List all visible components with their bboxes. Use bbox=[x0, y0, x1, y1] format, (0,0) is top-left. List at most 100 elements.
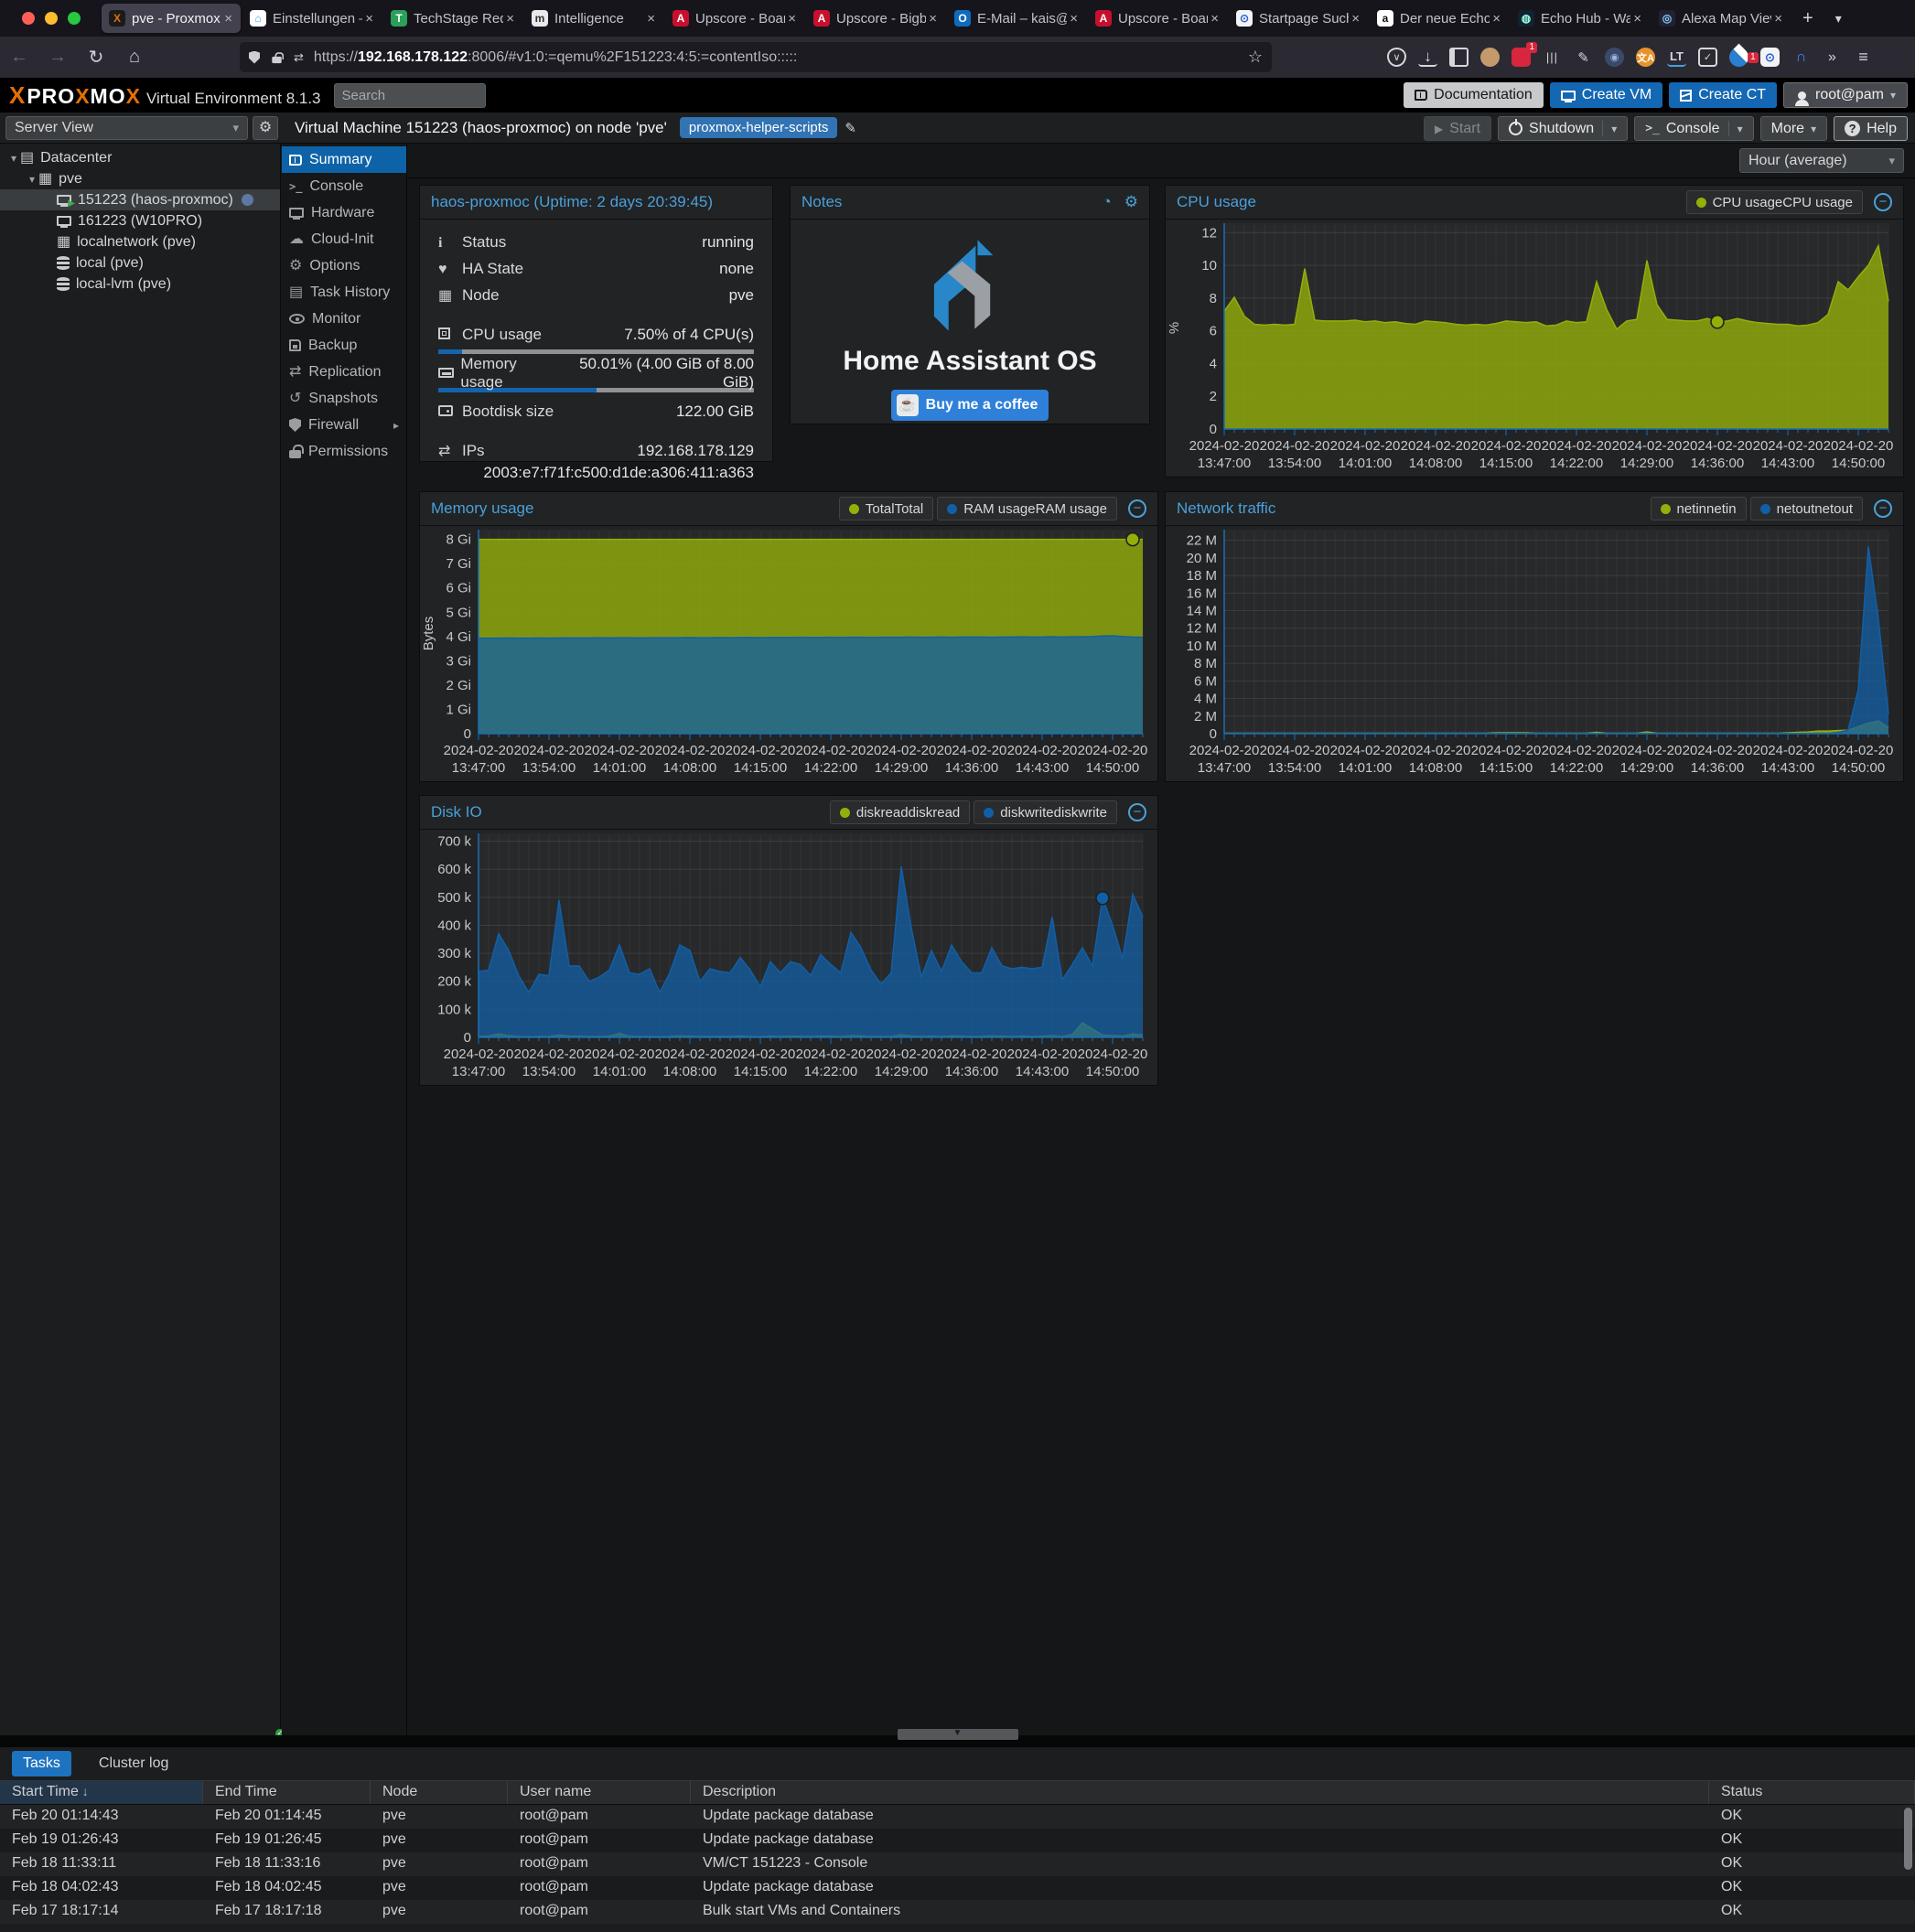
vm-tag[interactable]: proxmox-helper-scripts bbox=[680, 117, 838, 138]
extension-translate-icon[interactable]: 文A bbox=[1636, 48, 1655, 67]
extension-languagetool-icon[interactable]: LT bbox=[1667, 48, 1686, 67]
extension-globe-icon[interactable]: ◉ bbox=[1605, 48, 1624, 67]
tree-item-datacenter[interactable]: ▾▤Datacenter bbox=[0, 147, 280, 168]
permissions-icon[interactable]: ⇄ bbox=[294, 50, 303, 65]
tree-item-local-pve-[interactable]: local (pve) bbox=[0, 252, 280, 274]
column-header-status[interactable]: Status bbox=[1709, 1781, 1915, 1804]
extension-fence-icon[interactable]: ||| bbox=[1543, 48, 1562, 67]
menu-item-cloud-init[interactable]: ☁Cloud-Init bbox=[282, 226, 406, 252]
tab-close-icon[interactable]: × bbox=[221, 11, 235, 27]
tree-item-pve[interactable]: ▾▦✓pve bbox=[0, 168, 280, 189]
start-button[interactable]: ▶ Start bbox=[1424, 116, 1491, 141]
window-close-button[interactable] bbox=[22, 12, 35, 25]
tab-close-icon[interactable]: × bbox=[1067, 11, 1081, 27]
tasks-scrollbar[interactable] bbox=[1904, 1808, 1912, 1870]
bookmark-star-icon[interactable]: ☆ bbox=[1248, 48, 1263, 67]
global-search-input[interactable]: Search bbox=[334, 83, 486, 108]
tree-item-local-lvm-pve-[interactable]: local-lvm (pve) bbox=[0, 274, 280, 295]
menu-item-hardware[interactable]: Hardware bbox=[282, 199, 406, 226]
tab-close-icon[interactable]: × bbox=[644, 11, 658, 27]
table-row[interactable]: Feb 19 01:26:43Feb 19 01:26:45pveroot@pa… bbox=[0, 1829, 1915, 1852]
collapse-panel-icon[interactable]: − bbox=[1874, 499, 1892, 518]
notes-open-icon[interactable]: ◔ bbox=[1102, 193, 1111, 211]
home-icon[interactable]: ⌂ bbox=[115, 47, 154, 68]
legend-item-diskread[interactable]: diskreaddiskread bbox=[830, 800, 970, 824]
tab-close-icon[interactable]: × bbox=[362, 11, 376, 27]
tab-close-icon[interactable]: × bbox=[1208, 11, 1221, 27]
forward-icon[interactable]: → bbox=[38, 47, 77, 68]
extension-drop-icon[interactable]: 1 bbox=[1726, 44, 1753, 71]
table-row[interactable]: Feb 18 04:02:43Feb 18 04:02:45pveroot@pa… bbox=[0, 1876, 1915, 1900]
tab-close-icon[interactable]: × bbox=[1490, 11, 1503, 27]
tab-close-icon[interactable]: × bbox=[1630, 11, 1644, 27]
menu-item-backup[interactable]: Backup bbox=[282, 332, 406, 359]
browser-tab[interactable]: ◍Echo Hub - Wandh× bbox=[1511, 4, 1650, 33]
pocket-icon[interactable]: ∨ bbox=[1387, 48, 1406, 67]
menu-item-task-history[interactable]: ▤Task History bbox=[282, 279, 406, 306]
menu-item-monitor[interactable]: Monitor bbox=[282, 306, 406, 332]
tab-close-icon[interactable]: × bbox=[503, 11, 517, 27]
browser-tab[interactable]: ⊙Startpage Sucherg× bbox=[1229, 4, 1368, 33]
column-header-start-time[interactable]: Start Time ↓ bbox=[0, 1781, 203, 1804]
downloads-icon[interactable]: ↓ bbox=[1418, 48, 1437, 67]
console-button[interactable]: >_ Console ▾ bbox=[1634, 116, 1753, 141]
tab-close-icon[interactable]: × bbox=[1349, 11, 1362, 27]
collapse-panel-icon[interactable]: − bbox=[1874, 193, 1892, 211]
url-bar[interactable]: ⇄ https://192.168.178.122:8006/#v1:0:=qe… bbox=[240, 42, 1272, 72]
tree-item-161223-w10pro-[interactable]: 161223 (W10PRO) bbox=[0, 210, 280, 231]
menu-item-summary[interactable]: Summary bbox=[282, 146, 406, 173]
browser-tab[interactable]: TTechStage Red-Pl× bbox=[383, 4, 522, 33]
menu-item-firewall[interactable]: Firewall▸ bbox=[282, 412, 406, 438]
tree-expander-icon[interactable]: ▾ bbox=[7, 152, 20, 165]
more-button[interactable]: More▾ bbox=[1760, 116, 1827, 141]
account-avatar[interactable] bbox=[1480, 48, 1500, 67]
sidebar-icon[interactable] bbox=[1449, 48, 1469, 67]
column-header-node[interactable]: Node bbox=[371, 1781, 508, 1804]
browser-tab[interactable]: aDer neue Echo Hu× bbox=[1370, 4, 1509, 33]
view-mode-select[interactable]: Server View▾ bbox=[5, 116, 248, 140]
browser-tab[interactable]: Xpve - Proxmox Virt× bbox=[102, 4, 241, 33]
column-header-user-name[interactable]: User name bbox=[508, 1781, 691, 1804]
tasks-tab-cluster-log[interactable]: Cluster log bbox=[88, 1751, 179, 1776]
table-row[interactable]: Feb 20 01:14:43Feb 20 01:14:45pveroot@pa… bbox=[0, 1805, 1915, 1829]
overflow-chevrons-icon[interactable]: » bbox=[1823, 48, 1842, 67]
collapse-handle[interactable]: ▼ bbox=[898, 1729, 1018, 1740]
browser-tab[interactable]: AUpscore - Boards× bbox=[665, 4, 804, 33]
menu-item-options[interactable]: ⚙Options bbox=[282, 252, 406, 279]
reload-icon[interactable]: ↻ bbox=[77, 46, 115, 69]
url-text[interactable]: https://192.168.178.122:8006/#v1:0:=qemu… bbox=[314, 49, 1248, 66]
help-button[interactable]: ? Help bbox=[1834, 116, 1908, 141]
create-vm-button[interactable]: Create VM bbox=[1550, 82, 1662, 108]
table-row[interactable]: Feb 18 11:33:11Feb 18 11:33:16pveroot@pa… bbox=[0, 1852, 1915, 1876]
extension-adblock-icon[interactable]: 1 bbox=[1512, 48, 1531, 67]
list-all-tabs-button[interactable]: ▾ bbox=[1824, 11, 1853, 27]
browser-tab[interactable]: AUpscore - Boards× bbox=[1088, 4, 1227, 33]
extension-like-icon[interactable]: ✓ bbox=[1698, 48, 1717, 67]
tree-item-151223-haos-proxmoc-[interactable]: 151223 (haos-proxmoc) bbox=[0, 189, 280, 210]
edit-tags-pencil-icon[interactable]: ✎ bbox=[845, 120, 856, 136]
column-header-end-time[interactable]: End Time bbox=[203, 1781, 371, 1804]
bottom-splitter[interactable]: ▼ bbox=[0, 1735, 1915, 1747]
browser-tab[interactable]: AUpscore - Bigboar× bbox=[806, 4, 945, 33]
view-settings-gear-icon[interactable]: ⚙ bbox=[253, 116, 278, 140]
tracking-protection-shield-icon[interactable] bbox=[249, 51, 260, 64]
window-minimize-button[interactable] bbox=[45, 12, 58, 25]
legend-item-cpu-usage[interactable]: CPU usageCPU usage bbox=[1686, 190, 1863, 214]
legend-item-netout[interactable]: netoutnetout bbox=[1750, 497, 1863, 521]
tree-item-localnetwork-pve-[interactable]: ▦localnetwork (pve) bbox=[0, 231, 280, 252]
collapse-panel-icon[interactable]: − bbox=[1128, 803, 1146, 821]
notes-settings-gear-icon[interactable]: ⚙ bbox=[1124, 193, 1138, 211]
column-header-description[interactable]: Description bbox=[691, 1781, 1709, 1804]
browser-tab[interactable]: mIntelligence× bbox=[524, 4, 663, 33]
table-row[interactable]: Feb 17 18:17:14Feb 17 18:17:18pveroot@pa… bbox=[0, 1900, 1915, 1924]
documentation-button[interactable]: Documentation bbox=[1404, 82, 1544, 108]
legend-item-total[interactable]: TotalTotal bbox=[839, 497, 933, 521]
menu-item-console[interactable]: >_Console bbox=[282, 173, 406, 199]
extension-startpage-icon[interactable]: ⊙ bbox=[1760, 48, 1780, 67]
buy-me-a-coffee-button[interactable]: ☕ Buy me a coffee bbox=[891, 390, 1049, 421]
window-zoom-button[interactable] bbox=[68, 12, 81, 25]
collapse-panel-icon[interactable]: − bbox=[1128, 499, 1146, 518]
menu-item-replication[interactable]: ⇄Replication bbox=[282, 359, 406, 385]
tasks-tab-tasks[interactable]: Tasks bbox=[12, 1751, 71, 1776]
extension-pin-tool-icon[interactable]: ✎ bbox=[1574, 48, 1593, 67]
